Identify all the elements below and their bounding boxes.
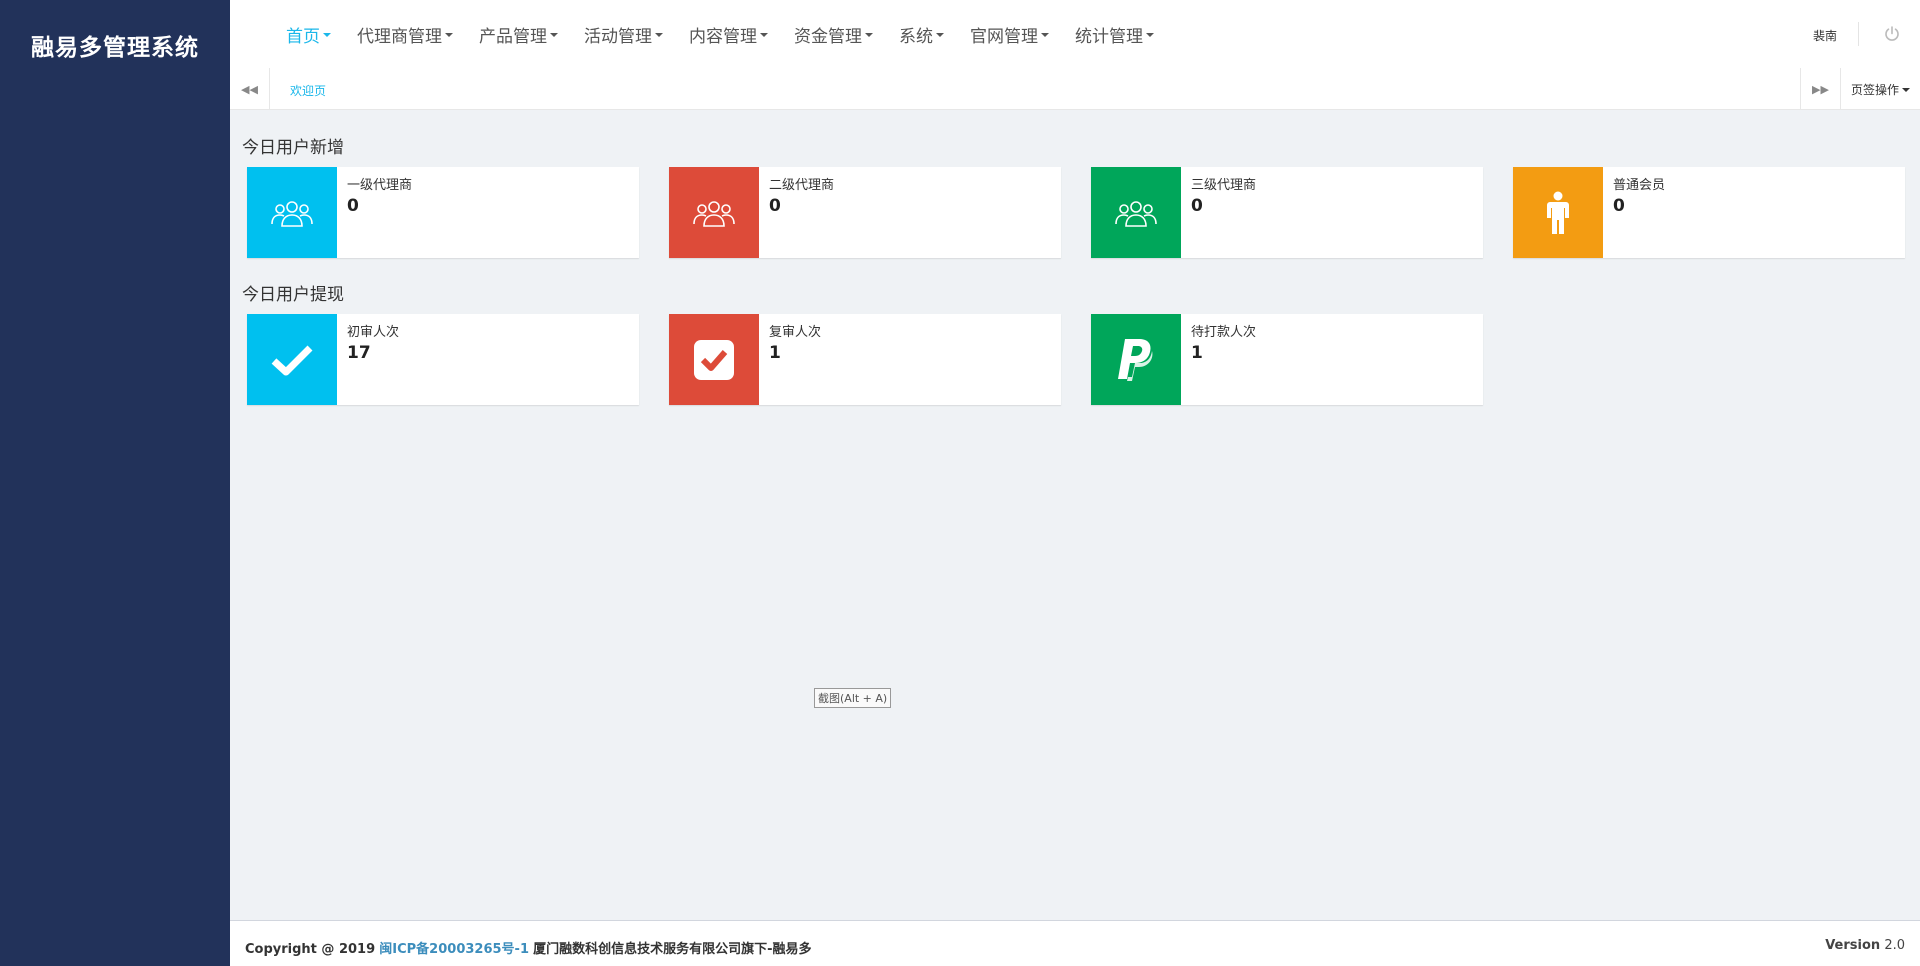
tab-bar: ◀◀ 欢迎页 ▶▶ 页签操作 [230, 68, 1920, 110]
nav-item-website[interactable]: 官网管理 [970, 22, 1049, 47]
nav-item-agent[interactable]: 代理商管理 [357, 22, 453, 47]
users-icon [669, 167, 759, 258]
copyright-text: Copyright @ 2019 [245, 942, 376, 957]
caret-down-icon [323, 33, 331, 37]
card-value: 0 [769, 196, 781, 216]
card-value: 17 [347, 343, 371, 363]
card-label: 一级代理商 [347, 178, 413, 193]
power-icon[interactable] [1882, 24, 1902, 44]
nav-item-activity[interactable]: 活动管理 [584, 22, 663, 47]
caret-down-icon [1146, 33, 1154, 37]
info-card: 复审人次 1 [669, 314, 1061, 405]
info-card: 初审人次 17 [247, 314, 639, 405]
info-card: 三级代理商 0 [1091, 167, 1483, 258]
card-label: 普通会员 [1613, 178, 1666, 193]
nav-item-label: 资金管理 [794, 26, 862, 47]
nav-item-label: 系统 [899, 26, 933, 47]
person-icon [1513, 167, 1603, 258]
caret-down-icon [1902, 88, 1910, 92]
caret-down-icon [936, 33, 944, 37]
forward-icon: ▶▶ [1812, 82, 1829, 96]
card-value: 0 [1613, 196, 1625, 216]
footer: Copyright @ 2019 闽ICP备20003265号-1 厦门融数科创… [230, 920, 1920, 966]
footer-version: Version 2.0 [1825, 938, 1905, 953]
footer-copyright: Copyright @ 2019 闽ICP备20003265号-1 厦门融数科创… [245, 938, 812, 957]
card-value: 1 [769, 343, 781, 363]
card-label: 二级代理商 [769, 178, 835, 193]
main-nav: 首页 代理商管理 产品管理 活动管理 内容管理 资金管理 系统 官网管理 统计管… [286, 0, 1180, 68]
caret-down-icon [1041, 33, 1049, 37]
user-name[interactable]: 裴南 [1813, 27, 1837, 44]
card-value: 0 [1191, 196, 1203, 216]
info-card: 二级代理商 0 [669, 167, 1061, 258]
card-value: 0 [347, 196, 359, 216]
nav-item-label: 统计管理 [1075, 26, 1143, 47]
card-label: 三级代理商 [1191, 178, 1257, 193]
nav-item-label: 首页 [286, 26, 320, 47]
nav-item-label: 活动管理 [584, 26, 652, 47]
sidebar: 融易多管理系统 [0, 0, 230, 966]
screenshot-tooltip: 截图(Alt + A) [814, 688, 892, 708]
icp-link[interactable]: 闽ICP备20003265号-1 [379, 942, 529, 957]
tab-operations-label: 页签操作 [1850, 82, 1899, 97]
tab-welcome[interactable]: 欢迎页 [290, 82, 326, 99]
info-card: 待打款人次 1 [1091, 314, 1483, 405]
nav-item-label: 内容管理 [689, 26, 757, 47]
nav-item-system[interactable]: 系统 [899, 22, 944, 47]
users-icon [247, 167, 337, 258]
check-icon [247, 314, 337, 405]
users-icon [1091, 167, 1181, 258]
card-label: 复审人次 [769, 325, 822, 340]
nav-item-label: 产品管理 [479, 26, 547, 47]
card-label: 待打款人次 [1191, 325, 1257, 340]
caret-down-icon [760, 33, 768, 37]
caret-down-icon [655, 33, 663, 37]
caret-down-icon [865, 33, 873, 37]
tab-operations-dropdown[interactable]: 页签操作 [1840, 68, 1920, 110]
company-text: 厦门融数科创信息技术服务有限公司旗下-融易多 [533, 942, 812, 957]
nav-item-stats[interactable]: 统计管理 [1075, 22, 1154, 47]
card-value: 1 [1191, 343, 1203, 363]
check-square-icon [669, 314, 759, 405]
card-label: 初审人次 [347, 325, 400, 340]
caret-down-icon [550, 33, 558, 37]
version-label: Version [1825, 938, 1881, 953]
nav-item-content[interactable]: 内容管理 [689, 22, 768, 47]
info-card: 普通会员 0 [1513, 167, 1905, 258]
nav-item-label: 官网管理 [970, 26, 1038, 47]
tabs-scroll-left-button[interactable]: ◀◀ [230, 68, 270, 110]
app-logo[interactable]: 融易多管理系统 [0, 0, 230, 90]
tabs-scroll-right-button[interactable]: ▶▶ [1800, 68, 1840, 110]
section-title-new-users: 今日用户新增 [242, 138, 344, 158]
info-card: 一级代理商 0 [247, 167, 639, 258]
backward-icon: ◀◀ [241, 82, 258, 96]
caret-down-icon [445, 33, 453, 37]
nav-item-product[interactable]: 产品管理 [479, 22, 558, 47]
nav-item-funds[interactable]: 资金管理 [794, 22, 873, 47]
nav-item-label: 代理商管理 [357, 26, 442, 47]
version-number: 2.0 [1884, 938, 1905, 953]
divider [1858, 22, 1859, 46]
nav-item-home[interactable]: 首页 [286, 22, 331, 47]
section-title-withdraw: 今日用户提现 [242, 285, 344, 305]
top-navbar: 首页 代理商管理 产品管理 活动管理 内容管理 资金管理 系统 官网管理 统计管… [230, 0, 1920, 68]
paypal-icon [1091, 314, 1181, 405]
